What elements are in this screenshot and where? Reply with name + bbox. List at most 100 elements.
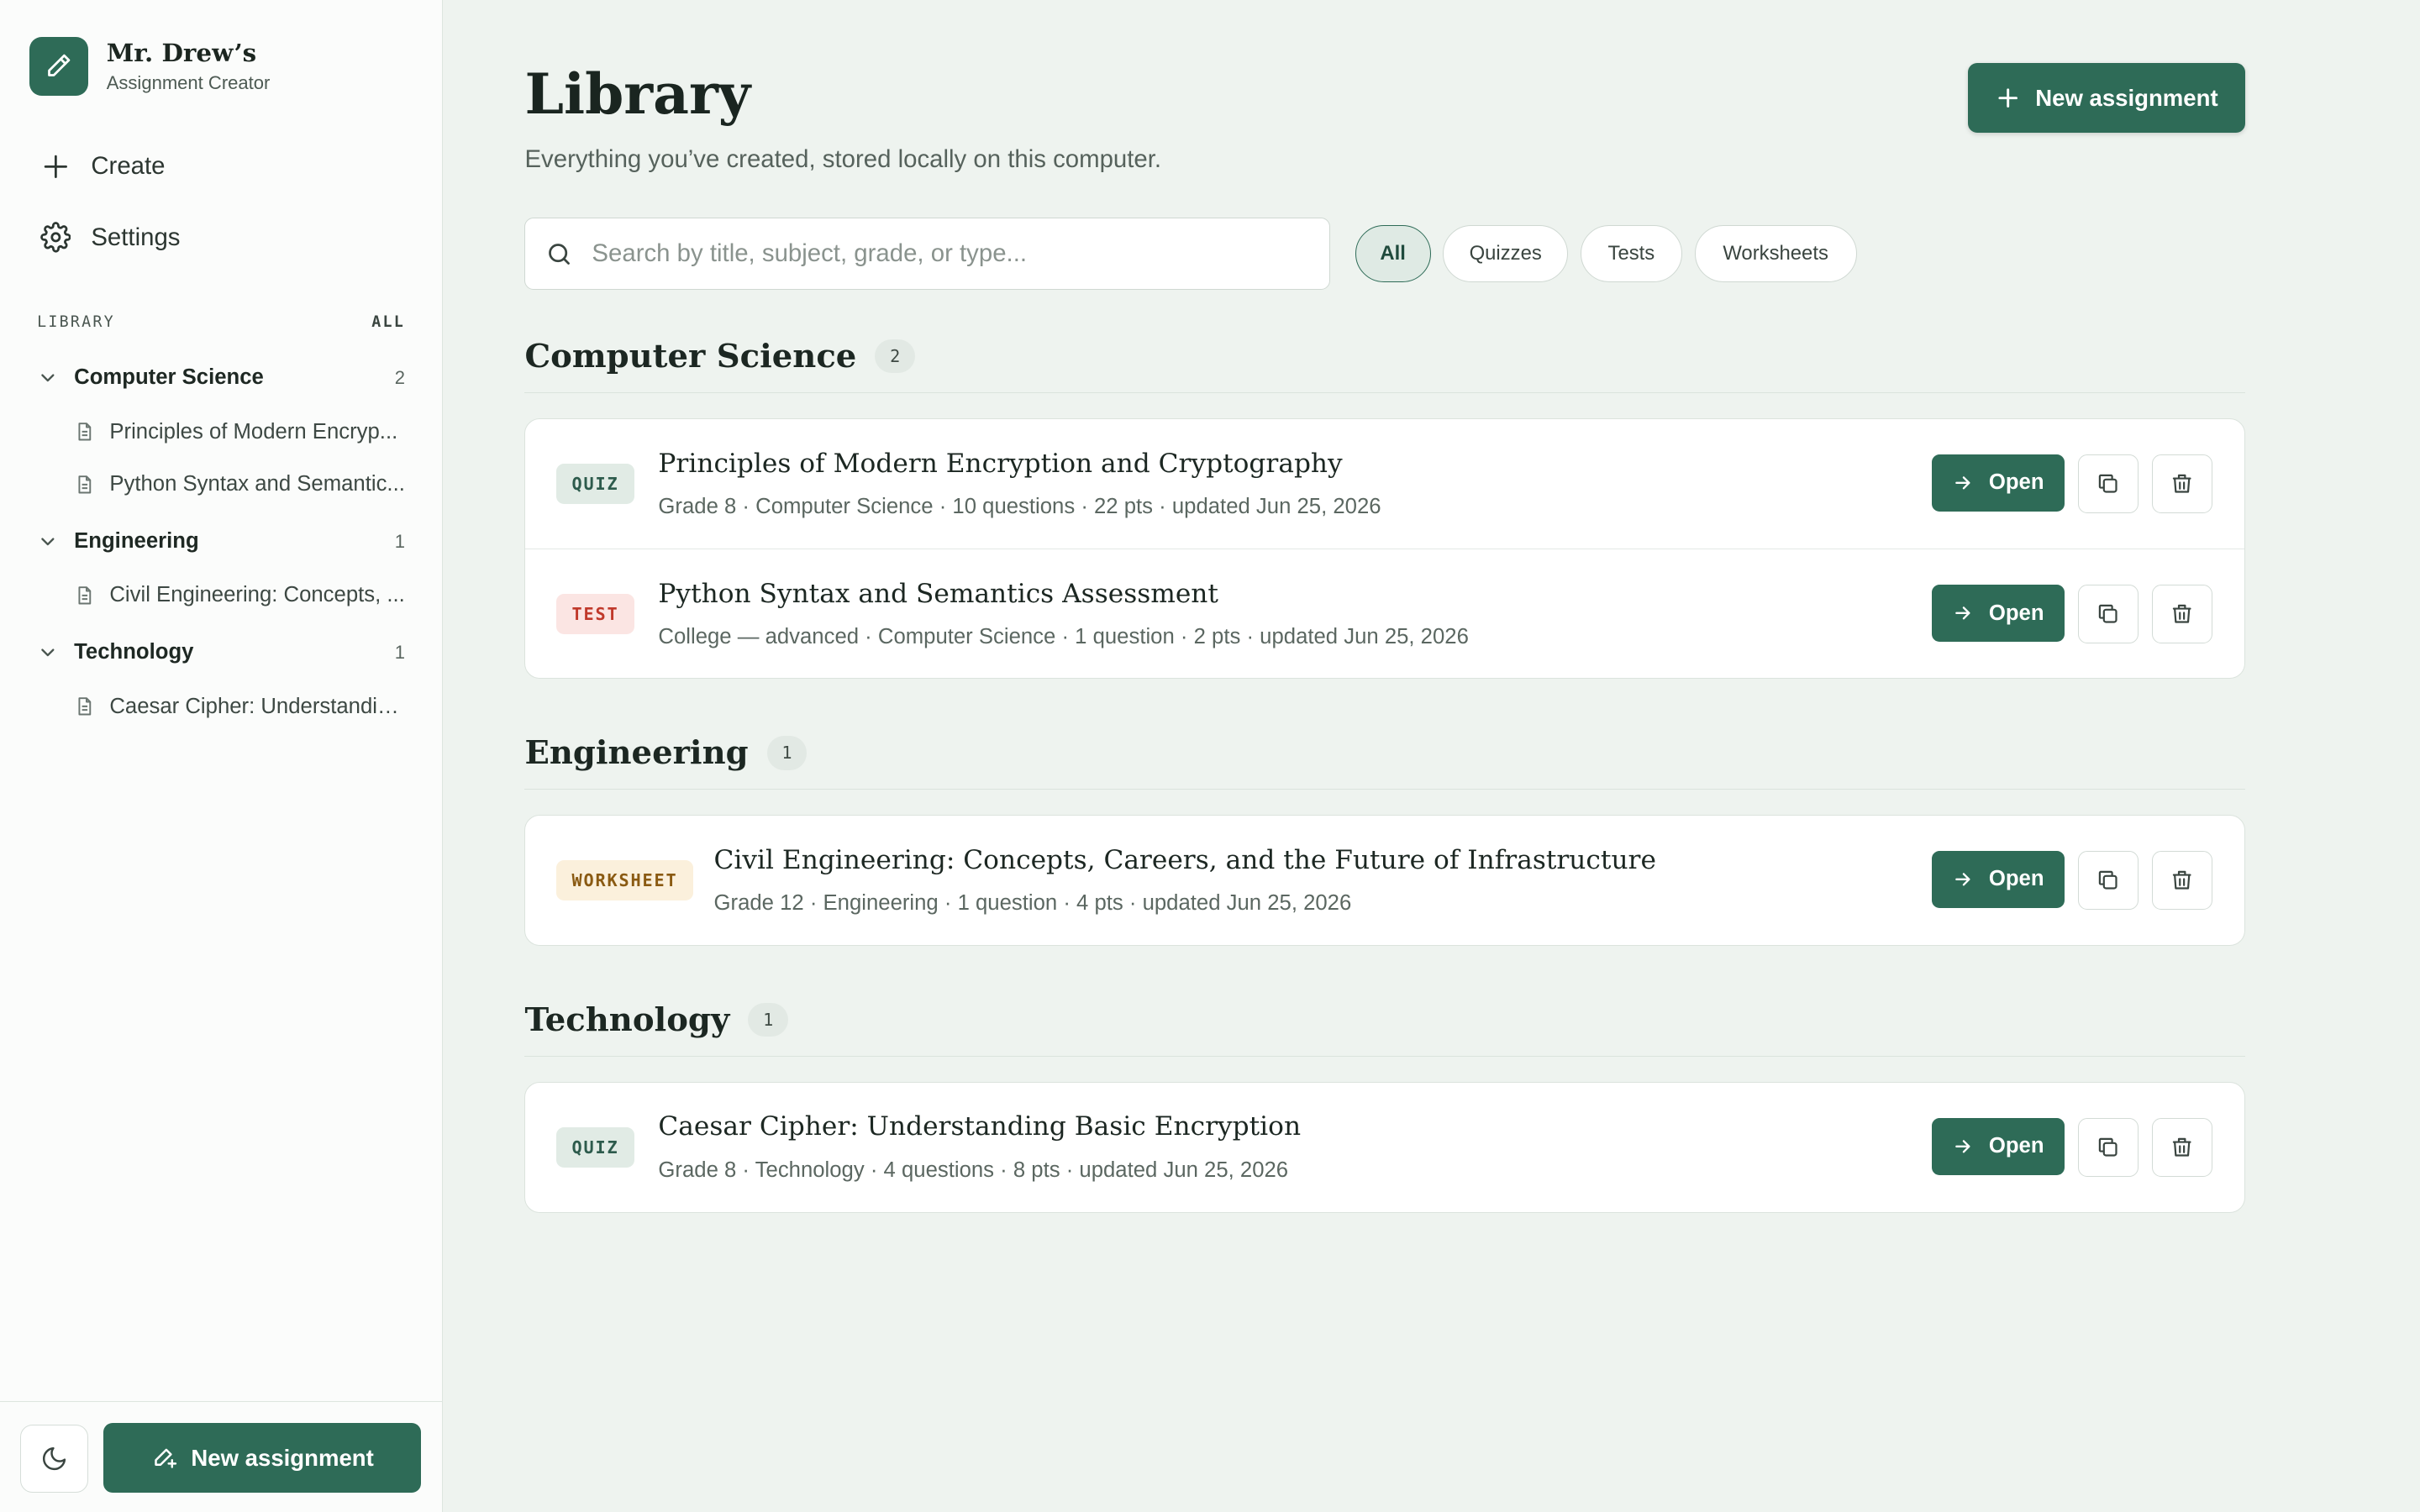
assignment-row[interactable]: WORKSHEET Civil Engineering: Concepts, C…: [525, 816, 2244, 945]
assignment-meta: Grade 8 · Computer Science · 10 question…: [658, 494, 1381, 518]
arrow-right-icon: [1954, 476, 1970, 490]
tree-group-technology[interactable]: Technology 1: [37, 636, 405, 669]
section-count-badge: 1: [748, 1002, 789, 1037]
tree-group-count: 1: [394, 530, 406, 552]
sidebar-new-assignment-button[interactable]: New assignment: [103, 1423, 422, 1494]
sidebar-footer: New assignment: [0, 1400, 443, 1512]
assignment-row[interactable]: QUIZ Caesar Cipher: Understanding Basic …: [525, 1083, 2244, 1212]
theme-toggle-button[interactable]: [19, 1425, 88, 1494]
assignment-card-list: QUIZ Principles of Modern Encryption and…: [524, 417, 2246, 680]
assignment-title: Python Syntax and Semantics Assessment: [658, 578, 1218, 609]
filter-chip-tests[interactable]: Tests: [1580, 225, 1682, 283]
brand-title: Mr. Drew’s: [106, 37, 257, 67]
duplicate-button[interactable]: [2078, 585, 2139, 644]
tree-group-count: 1: [394, 641, 406, 663]
tree-group-count: 2: [394, 366, 406, 388]
main-content: Library Everything you’ve created, store…: [443, 0, 2420, 1512]
section-header-computer-science: Computer Science 2: [524, 338, 2246, 394]
gear-icon: [39, 222, 71, 253]
sidebar-new-assignment-label: New assignment: [191, 1444, 374, 1471]
tree-group-name: Computer Science: [74, 365, 264, 390]
trash-icon: [2173, 1137, 2192, 1157]
moon-icon: [42, 1447, 66, 1471]
tree-item[interactable]: Python Syntax and Semantic...: [74, 468, 405, 501]
section-title: Computer Science: [524, 338, 857, 376]
section-title: Engineering: [524, 734, 749, 773]
tree-item-label: Principles of Modern Encryp...: [109, 419, 398, 444]
trash-icon: [2173, 605, 2192, 624]
duplicate-button[interactable]: [2078, 851, 2139, 910]
trash-icon: [2173, 474, 2192, 493]
search-icon: [549, 243, 571, 265]
assignment-title: Civil Engineering: Concepts, Careers, an…: [713, 844, 1656, 875]
tree-item-label: Python Syntax and Semantic...: [109, 472, 405, 496]
copy-icon: [2099, 474, 2118, 493]
library-all-link[interactable]: ALL: [371, 313, 405, 331]
assignment-row[interactable]: TEST Python Syntax and Semantics Assessm…: [525, 549, 2245, 678]
chevron-down-icon: [41, 648, 55, 657]
trash-icon: [2173, 870, 2192, 890]
open-label: Open: [1988, 601, 2044, 625]
tree-item-label: Civil Engineering: Concepts, ...: [109, 583, 405, 607]
chevron-down-icon: [41, 538, 55, 546]
section-title: Technology: [524, 1001, 730, 1040]
type-badge: TEST: [556, 594, 634, 635]
type-badge: WORKSHEET: [556, 860, 693, 900]
document-icon: [78, 475, 92, 494]
nav-settings[interactable]: Settings: [39, 222, 181, 253]
new-assignment-button[interactable]: New assignment: [1967, 63, 2246, 133]
type-badge: QUIZ: [556, 463, 634, 504]
library-heading: LIBRARY: [37, 312, 115, 331]
edit-plus-icon: [154, 1448, 176, 1468]
assignment-title: Caesar Cipher: Understanding Basic Encry…: [658, 1111, 1302, 1142]
delete-button[interactable]: [2152, 1117, 2212, 1177]
tree-group-engineering[interactable]: Engineering 1: [37, 524, 405, 558]
section-count-badge: 1: [766, 736, 808, 770]
delete-button[interactable]: [2152, 454, 2212, 513]
open-label: Open: [1988, 1134, 2044, 1158]
tree-group-name: Technology: [74, 640, 194, 664]
tree-item[interactable]: Caesar Cipher: Understandin...: [74, 690, 405, 723]
search-box: [524, 217, 1331, 291]
section-count-badge: 2: [875, 339, 916, 374]
filter-chip-all[interactable]: All: [1355, 225, 1431, 283]
tree-group-computer-science[interactable]: Computer Science 2: [37, 361, 405, 395]
page-title: Library: [524, 61, 751, 128]
copy-icon: [2099, 870, 2118, 890]
open-button[interactable]: Open: [1931, 454, 2065, 512]
assignment-row[interactable]: QUIZ Principles of Modern Encryption and…: [525, 419, 2244, 549]
tree-item[interactable]: Principles of Modern Encryp...: [74, 415, 405, 449]
tree-item[interactable]: Civil Engineering: Concepts, ...: [74, 579, 405, 612]
arrow-right-icon: [1954, 1140, 1970, 1153]
open-button[interactable]: Open: [1931, 851, 2065, 908]
filter-chip-quizzes[interactable]: Quizzes: [1443, 225, 1569, 283]
type-badge: QUIZ: [556, 1126, 634, 1168]
assignment-meta: College — advanced · Computer Science · …: [658, 625, 1469, 648]
document-icon: [78, 586, 92, 605]
delete-button[interactable]: [2152, 585, 2212, 644]
filter-chip-worksheets[interactable]: Worksheets: [1694, 225, 1857, 283]
brand-subtitle: Assignment Creator: [106, 72, 271, 94]
assignment-card-list: WORKSHEET Civil Engineering: Concepts, C…: [524, 814, 2246, 947]
assignment-card-list: QUIZ Caesar Cipher: Understanding Basic …: [524, 1081, 2246, 1213]
section-header-technology: Technology 1: [524, 1001, 2246, 1058]
pencil-icon: [29, 37, 88, 96]
delete-button[interactable]: [2152, 851, 2212, 910]
assignment-meta: Grade 8 · Technology · 4 questions · 8 p…: [658, 1158, 1289, 1182]
plus-icon: [44, 155, 67, 178]
search-input[interactable]: [592, 239, 1330, 269]
open-button[interactable]: Open: [1931, 1117, 2065, 1175]
arrow-right-icon: [1954, 873, 1970, 886]
assignment-meta: Grade 12 · Engineering · 1 question · 4 …: [713, 890, 1352, 915]
brand: Mr. Drew’s Assignment Creator: [29, 37, 271, 96]
tree-item-label: Caesar Cipher: Understandin...: [109, 694, 406, 718]
open-label: Open: [1988, 470, 2044, 495]
plus-icon: [1997, 88, 2018, 108]
duplicate-button[interactable]: [2078, 454, 2139, 513]
duplicate-button[interactable]: [2078, 1117, 2139, 1177]
page-subtitle: Everything you’ve created, stored locall…: [524, 144, 1162, 173]
nav-settings-label: Settings: [91, 223, 181, 251]
nav-create[interactable]: Create: [40, 151, 166, 182]
open-button[interactable]: Open: [1931, 585, 2065, 643]
document-icon: [78, 697, 92, 716]
